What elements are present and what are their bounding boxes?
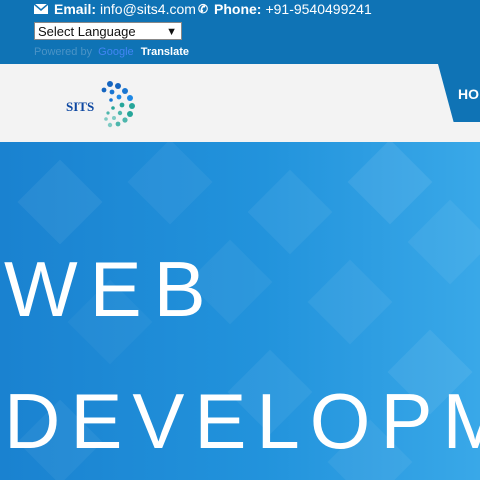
language-select-value: Select Language bbox=[38, 24, 136, 39]
translate-link[interactable]: Translate bbox=[141, 46, 189, 58]
sits-logo[interactable]: SITS bbox=[64, 78, 138, 130]
phone-link[interactable]: +91-9540499241 bbox=[265, 1, 371, 17]
powered-by-text: Powered by bbox=[34, 46, 93, 58]
hero-title-line2: DEVELOPM bbox=[4, 377, 480, 465]
nav-item-home[interactable]: HO bbox=[458, 86, 479, 102]
google-translate-credit: Powered by Google Translate bbox=[34, 46, 189, 58]
site-header: SITS bbox=[0, 64, 480, 142]
language-select[interactable]: Select Language ▼ bbox=[34, 22, 182, 40]
logo-dots-icon bbox=[101, 81, 135, 128]
chevron-down-icon: ▼ bbox=[166, 26, 177, 38]
hero-title-line1: WEB bbox=[4, 245, 218, 333]
contact-info: Email: info@sits4.com ✆ Phone: +91-95404… bbox=[34, 1, 372, 17]
logo-text: SITS bbox=[66, 99, 94, 114]
phone-icon: ✆ bbox=[197, 2, 208, 16]
phone-label: Phone: bbox=[214, 1, 262, 17]
google-logo-text: Google bbox=[98, 46, 134, 58]
email-link[interactable]: info@sits4.com bbox=[100, 1, 196, 17]
email-label: Email: bbox=[54, 1, 97, 17]
hero-banner: WEB DEVELOPM bbox=[0, 142, 480, 480]
top-bar: Email: info@sits4.com ✆ Phone: +91-95404… bbox=[0, 0, 480, 64]
envelope-icon bbox=[34, 4, 48, 14]
